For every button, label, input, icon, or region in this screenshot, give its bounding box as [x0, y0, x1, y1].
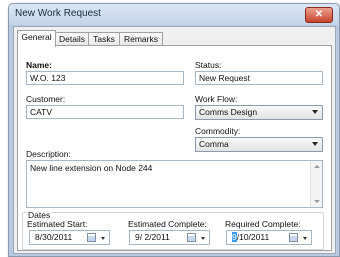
- calendar-icon[interactable]: [187, 233, 196, 242]
- workflow-value: Comms Design: [199, 107, 258, 117]
- calendar-icon[interactable]: [289, 233, 298, 242]
- dates-group: Dates Estimated Start: Estimated Complet…: [22, 210, 324, 250]
- scroll-down-icon[interactable]: [314, 200, 320, 203]
- estimated-start-datepicker[interactable]: 8/30/2011: [29, 230, 110, 245]
- work-request-dialog: New Work Request ✕ General Details Tasks…: [8, 3, 340, 257]
- scroll-up-icon[interactable]: [314, 165, 320, 168]
- name-label: Name:: [26, 60, 52, 70]
- commodity-label: Commodity:: [195, 126, 241, 136]
- tab-remarks[interactable]: Remarks: [119, 32, 163, 46]
- estimated-complete-value: 9/ 2/2011: [135, 232, 170, 242]
- general-tab-panel: Name: W.O. 123 Status: New Request Custo…: [17, 45, 332, 251]
- calendar-icon[interactable]: [87, 233, 96, 242]
- tab-tasks[interactable]: Tasks: [88, 32, 120, 46]
- status-field[interactable]: New Request: [195, 71, 323, 85]
- dialog-body: General Details Tasks Remarks Name: W.O.…: [13, 26, 336, 254]
- chevron-down-icon[interactable]: [303, 237, 307, 240]
- estimated-complete-label: Estimated Complete:: [128, 219, 207, 229]
- estimated-start-label: Estimated Start:: [27, 219, 88, 229]
- required-complete-datepicker[interactable]: 9/10/2011: [226, 230, 312, 245]
- chevron-down-icon: [312, 142, 318, 146]
- chevron-down-icon: [312, 110, 318, 114]
- required-complete-label: Required Complete:: [225, 219, 301, 229]
- workflow-select[interactable]: Comms Design: [195, 105, 323, 120]
- description-textarea[interactable]: New line extension on Node 244: [26, 160, 323, 208]
- name-field[interactable]: W.O. 123: [26, 71, 184, 85]
- status-label: Status:: [195, 60, 222, 70]
- workflow-label: Work Flow:: [195, 94, 238, 104]
- commodity-select[interactable]: Comma: [195, 137, 323, 152]
- estimated-start-value: 8/30/2011: [35, 232, 73, 242]
- estimated-complete-datepicker[interactable]: 9/ 2/2011: [129, 230, 210, 245]
- chevron-down-icon[interactable]: [201, 237, 205, 240]
- required-complete-value: /10/2011: [236, 232, 270, 242]
- chevron-down-icon[interactable]: [101, 237, 105, 240]
- description-scrollbar[interactable]: [310, 161, 322, 207]
- close-button[interactable]: ✕: [305, 7, 333, 23]
- tab-details[interactable]: Details: [55, 32, 89, 46]
- tab-general[interactable]: General: [17, 30, 56, 47]
- commodity-value: Comma: [199, 139, 229, 149]
- customer-field[interactable]: CATV: [26, 105, 184, 119]
- window-title: New Work Request: [15, 8, 101, 19]
- title-bar[interactable]: New Work Request ✕: [9, 4, 339, 25]
- description-text: New line extension on Node 244: [30, 163, 153, 173]
- customer-label: Customer:: [26, 94, 66, 104]
- description-label: Description:: [26, 149, 71, 159]
